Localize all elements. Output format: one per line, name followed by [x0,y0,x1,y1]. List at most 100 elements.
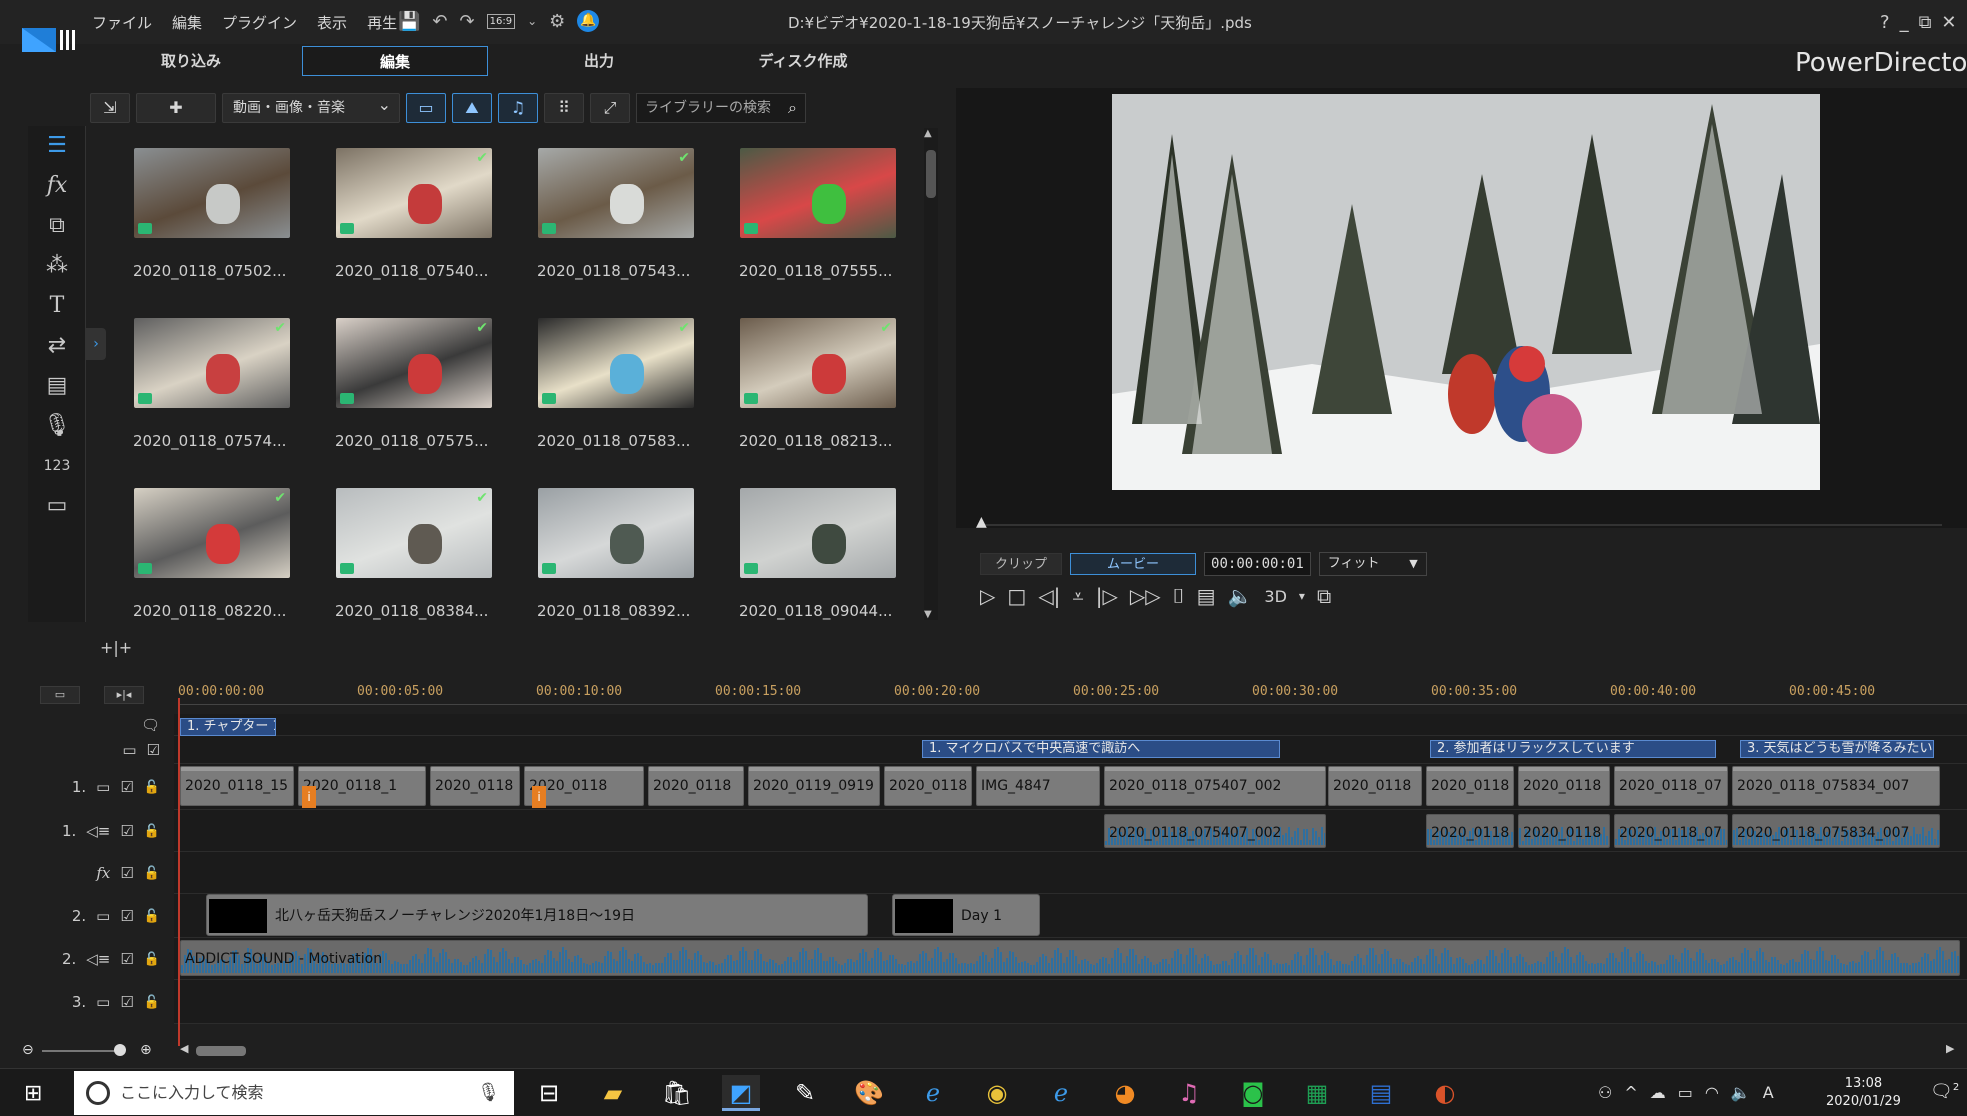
subtitle-toggle-icon[interactable]: ▤ [1197,584,1216,608]
powerdirector-app-icon[interactable]: ◩ [722,1075,760,1111]
battery-icon[interactable]: ▭ [1678,1083,1693,1102]
photo-app-icon[interactable]: ✎ [786,1075,824,1111]
scroll-up-icon[interactable]: ▲ [924,128,932,139]
tab-capture[interactable]: 取り込み [98,46,284,76]
chrome-icon[interactable]: ◉ [978,1075,1016,1111]
taskbar-clock[interactable]: 13:08 2020/01/29 [1826,1075,1901,1111]
media-thumbnail[interactable] [134,148,290,238]
zoom-slider[interactable] [42,1050,122,1052]
track-enable-checkbox[interactable]: ☑ [120,864,133,882]
playhead[interactable] [178,698,180,1046]
media-thumbnail[interactable] [538,488,694,578]
track-header[interactable]: fx ☑ 🔓 [18,852,172,894]
grid-view-icon[interactable]: ⠿ [544,93,584,123]
lock-icon[interactable]: 🔓 [144,824,160,839]
clip-mode-button[interactable]: クリップ [980,553,1063,575]
media-thumbnail[interactable] [740,148,896,238]
excel-icon[interactable]: ▦ [1298,1075,1336,1111]
taskbar-search-input[interactable]: ここに入力して検索 🎙 [74,1071,514,1115]
speaker-icon[interactable]: 🔈 [1731,1083,1751,1102]
menu-file[interactable]: ファイル [92,12,152,33]
stop-icon[interactable]: □ [1007,584,1026,608]
notification-center-icon[interactable]: 🗨2 [1930,1081,1959,1102]
track-enable-checkbox[interactable]: ☑ [120,993,133,1011]
lock-icon[interactable]: 🔓 [144,909,160,924]
zoom-slider-knob[interactable] [114,1044,126,1056]
restore-button[interactable]: ⧉ [1919,12,1932,33]
play-icon[interactable]: ▷ [980,584,995,608]
microphone-icon[interactable]: 🎙 [37,410,77,442]
timecode-display[interactable]: 00:00:00:01 [1204,552,1311,576]
scroll-left-icon[interactable]: ◀ [180,1042,188,1055]
onedrive-icon[interactable]: ☁ [1650,1083,1666,1102]
track-header[interactable]: 3. ▭ ☑ 🔓 [18,980,172,1024]
preview-video-frame[interactable] [1112,94,1820,490]
filter-video-icon[interactable]: ▭ [406,93,446,123]
line-icon[interactable]: ◙ [1234,1075,1272,1111]
timeline-scroll-thumb[interactable] [196,1046,246,1056]
timeline-ruler[interactable]: 00:00:00:00 00:00:05:00 00:00:10:00 00:00:1… [178,682,1967,714]
firefox-icon[interactable]: ◕ [1106,1075,1144,1111]
save-icon[interactable]: 💾 [398,11,420,32]
people-icon[interactable]: ⚇ [1598,1083,1612,1102]
chevron-right-icon[interactable]: › [86,328,106,360]
windows-start-icon[interactable]: ⊞ [24,1081,42,1106]
split-icon[interactable]: ⩡ [1072,584,1083,608]
track-enable-checkbox[interactable]: ☑ [120,822,133,840]
subtitle-marker[interactable]: 2. 参加者はリラックスしています [1430,740,1716,758]
zoom-out-icon[interactable]: ⊖ [22,1042,34,1058]
particle-icon[interactable]: ⁂ [37,250,77,282]
chevron-up-icon[interactable]: ^ [1624,1083,1637,1102]
library-scrollbar[interactable]: ▲ ▼ [924,128,938,620]
track-header[interactable]: ▭ ☑ [18,736,172,764]
media-thumbnail[interactable]: ✔ [336,148,492,238]
chevron-down-icon[interactable]: ▾ [1299,589,1305,603]
menu-plugin[interactable]: プラグイン [222,12,297,33]
seek-knob[interactable]: ▲ [976,514,987,530]
zoom-dropdown[interactable]: フィット [1318,552,1427,576]
notification-bell-icon[interactable]: 🔔 [577,10,600,32]
title-icon[interactable]: T [37,290,77,322]
next-frame-icon[interactable]: |▷ [1096,584,1118,608]
ime-indicator[interactable]: A [1763,1083,1774,1102]
media-thumbnail[interactable]: ✔ [336,488,492,578]
minimize-button[interactable]: _ [1900,12,1909,33]
paint-app-icon[interactable]: 🎨 [850,1075,888,1111]
itunes-icon[interactable]: ♫ [1170,1075,1208,1111]
track-header[interactable]: 🗨 [18,714,172,736]
file-explorer-icon[interactable]: ▰ [594,1075,632,1111]
prev-frame-icon[interactable]: ◁| [1038,584,1060,608]
media-thumbnail[interactable]: ✔ [134,318,290,408]
scroll-down-icon[interactable]: ▼ [924,609,932,620]
track-header[interactable]: 2. ◁≡ ☑ 🔓 [18,938,172,980]
menu-play[interactable]: 再生 [367,12,397,33]
undo-icon[interactable]: ↶ [432,11,447,32]
aspect-ratio-button[interactable]: 16:9 [486,13,516,29]
media-thumbnail[interactable]: ✔ [740,318,896,408]
tab-disc[interactable]: ディスク作成 [710,46,896,76]
scroll-thumb[interactable] [926,150,936,198]
media-thumbnail[interactable]: ✔ [134,488,290,578]
expand-icon[interactable]: ⤢ [590,93,630,123]
lock-icon[interactable]: 🔓 [144,780,160,795]
snapshot-camera-icon[interactable]: ⌷ [1173,584,1185,608]
3d-mode-button[interactable]: 3D [1264,587,1287,606]
chevron-down-icon[interactable]: ⌄ [527,14,537,28]
word-icon[interactable]: ▤ [1362,1075,1400,1111]
powerpoint-icon[interactable]: ◐ [1426,1075,1464,1111]
tab-edit[interactable]: 編集 [302,46,488,76]
tab-produce[interactable]: 出力 [506,46,692,76]
timeline-view-icon[interactable]: ▸|◂ [104,686,144,704]
lock-icon[interactable]: 🔓 [144,952,160,967]
subtitle-marker[interactable]: 3. 天気はどうも雪が降るみたい [1740,740,1934,758]
store-icon[interactable]: 🛍 [658,1075,696,1111]
gear-icon[interactable]: ⚙ [549,11,565,32]
menu-edit[interactable]: 編集 [172,12,202,33]
subtitle-icon[interactable]: ▤ [37,370,77,402]
transition-icon[interactable]: ⇄ [37,330,77,362]
track-header[interactable]: 1. ▭ ☑ 🔓 [18,764,172,810]
filter-music-icon[interactable]: ♫ [498,93,538,123]
fit-timeline-icon[interactable]: +|+ [100,638,132,657]
track-header[interactable]: 2. ▭ ☑ 🔓 [18,894,172,938]
fast-forward-icon[interactable]: ▷▷ [1130,584,1161,608]
